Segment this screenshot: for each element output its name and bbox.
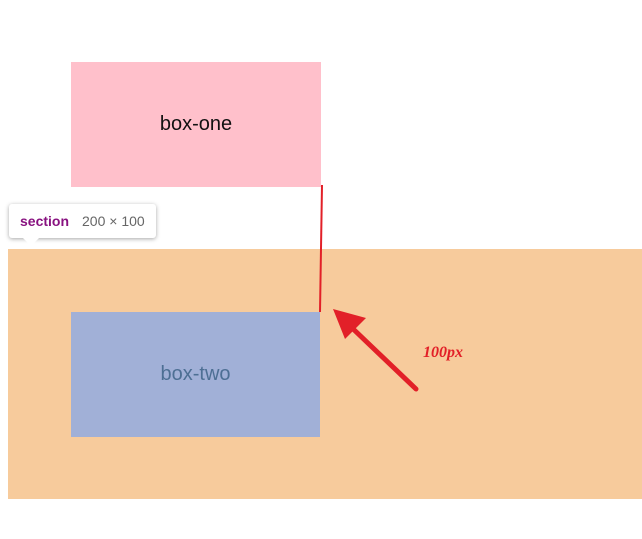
measure-line bbox=[319, 184, 323, 313]
annotation-overlay bbox=[319, 184, 419, 392]
pointer-arrow-shaft bbox=[346, 322, 419, 392]
annotation-label: 100px bbox=[423, 344, 463, 361]
